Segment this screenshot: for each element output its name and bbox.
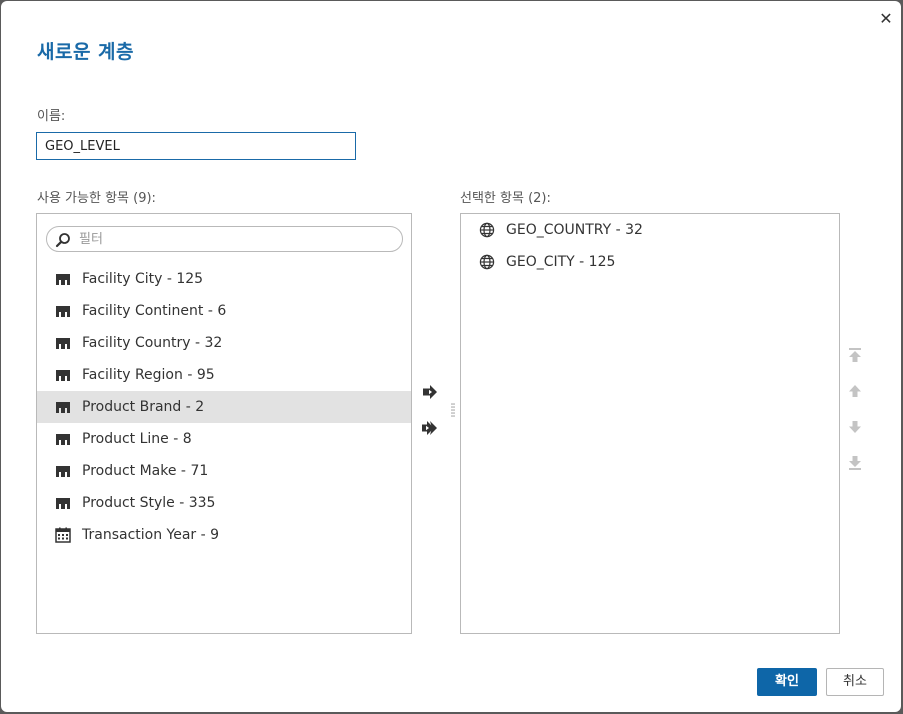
- list-item-label: Transaction Year - 9: [82, 527, 220, 543]
- new-hierarchy-dialog: ✕ 새로운 계층 이름: 사용 가능한 항목 (9): 선택한 항목 (2): …: [1, 1, 901, 712]
- search-icon: [55, 233, 70, 248]
- filter-field[interactable]: [46, 226, 403, 252]
- list-item-label: Facility Country - 32: [82, 335, 223, 351]
- move-down-icon[interactable]: [846, 418, 864, 436]
- list-item[interactable]: GEO_CITY - 125: [461, 246, 839, 278]
- list-item[interactable]: Transaction Year - 9: [37, 519, 411, 551]
- list-item[interactable]: Product Line - 8: [37, 423, 411, 455]
- splitter-handle-icon[interactable]: [451, 403, 455, 417]
- list-item-label: Facility Region - 95: [82, 367, 215, 383]
- dimension-icon: [55, 271, 71, 287]
- list-item-label: GEO_CITY - 125: [506, 254, 616, 270]
- name-input[interactable]: [36, 132, 356, 160]
- calendar-icon: [55, 527, 71, 543]
- list-item[interactable]: Product Style - 335: [37, 487, 411, 519]
- selected-items-label: 선택한 항목 (2):: [460, 191, 551, 206]
- globe-icon: [479, 222, 495, 238]
- dimension-icon: [55, 367, 71, 383]
- dimension-icon: [55, 431, 71, 447]
- list-item-label: Product Style - 335: [82, 495, 216, 511]
- available-items: Facility City - 125 Facility Continent - …: [37, 263, 411, 551]
- available-items-label: 사용 가능한 항목 (9):: [37, 191, 156, 206]
- selected-items-list: GEO_COUNTRY - 32 GEO_CITY - 125: [460, 213, 840, 634]
- ok-button[interactable]: 확인: [757, 668, 817, 696]
- list-item[interactable]: GEO_COUNTRY - 32: [461, 214, 839, 246]
- filter-input[interactable]: [79, 229, 389, 249]
- dimension-icon: [55, 463, 71, 479]
- list-item-label: Facility Continent - 6: [82, 303, 227, 319]
- name-label: 이름:: [37, 109, 66, 124]
- list-item[interactable]: Facility Continent - 6: [37, 295, 411, 327]
- close-icon[interactable]: ✕: [877, 10, 895, 28]
- globe-icon: [479, 254, 495, 270]
- dimension-icon: [55, 399, 71, 415]
- move-to-top-icon[interactable]: [846, 346, 864, 364]
- list-item-label: Product Brand - 2: [82, 399, 205, 415]
- list-item-label: GEO_COUNTRY - 32: [506, 222, 643, 238]
- dimension-icon: [55, 495, 71, 511]
- list-item[interactable]: Facility Country - 32: [37, 327, 411, 359]
- list-item-label: Product Make - 71: [82, 463, 209, 479]
- list-item[interactable]: Facility Region - 95: [37, 359, 411, 391]
- list-item-label: Facility City - 125: [82, 271, 204, 287]
- list-item[interactable]: Product Make - 71: [37, 455, 411, 487]
- move-right-icon[interactable]: [420, 382, 440, 402]
- dialog-title: 새로운 계층: [37, 41, 135, 63]
- available-items-list: Facility City - 125 Facility Continent - …: [36, 213, 412, 634]
- list-item[interactable]: Product Brand - 2: [37, 391, 411, 423]
- selected-items: GEO_COUNTRY - 32 GEO_CITY - 125: [461, 214, 839, 278]
- move-to-bottom-icon[interactable]: [846, 454, 864, 472]
- list-item-label: Product Line - 8: [82, 431, 192, 447]
- move-up-icon[interactable]: [846, 382, 864, 400]
- cancel-button[interactable]: 취소: [826, 668, 884, 696]
- dimension-icon: [55, 335, 71, 351]
- dimension-icon: [55, 303, 71, 319]
- list-item[interactable]: Facility City - 125: [37, 263, 411, 295]
- move-all-right-icon[interactable]: [420, 418, 440, 438]
